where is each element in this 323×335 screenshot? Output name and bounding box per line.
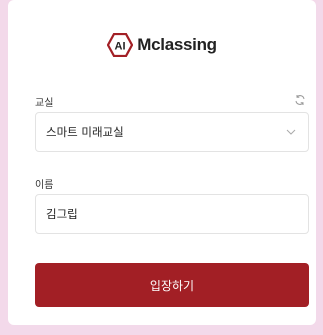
logo-text: Mclassing xyxy=(137,35,217,54)
classroom-label: 교실 xyxy=(35,98,54,109)
enter-button[interactable]: 입장하기 xyxy=(35,263,309,307)
ai-logo-icon: AI xyxy=(107,33,134,57)
name-label: 이름 xyxy=(35,180,54,191)
brand-logo: AI Mclassing xyxy=(8,33,316,57)
classroom-select-value: 스마트 미래교실 xyxy=(46,125,124,139)
name-input[interactable]: 김그립 xyxy=(35,194,309,234)
chevron-down-icon xyxy=(286,129,296,135)
enter-button-label: 입장하기 xyxy=(149,278,195,293)
classroom-select[interactable]: 스마트 미래교실 xyxy=(35,112,309,152)
login-card: AI Mclassing 교실 스마트 미래교실 이름 김그립 입장하기 xyxy=(8,0,316,325)
refresh-icon[interactable] xyxy=(294,94,306,106)
svg-text:AI: AI xyxy=(115,41,126,53)
name-input-value: 김그립 xyxy=(46,207,78,221)
